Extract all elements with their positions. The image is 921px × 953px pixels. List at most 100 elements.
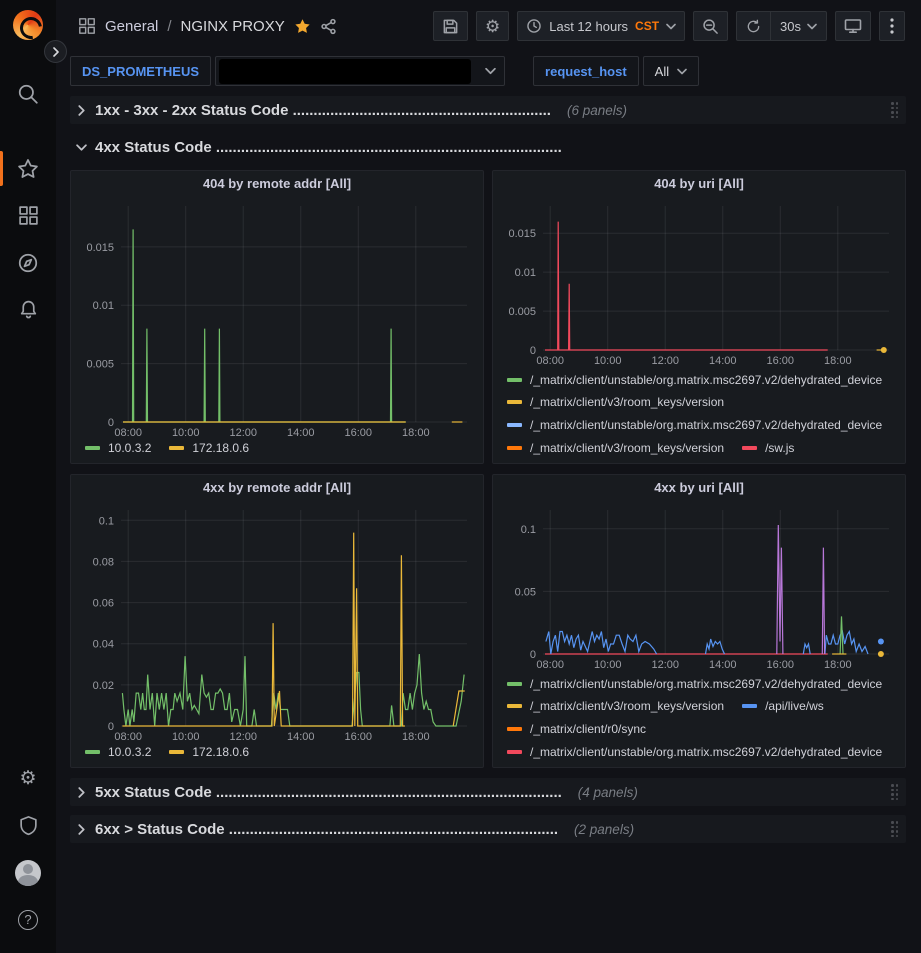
legend-item[interactable]: /_matrix/client/unstable/org.matrix.msc2… [507,418,882,433]
datasource-variable-dropdown[interactable] [215,56,505,86]
row-drag-handle[interactable] [891,784,898,800]
breadcrumb-folder[interactable]: General [105,18,158,35]
sidebar-item-alerting[interactable] [0,286,56,333]
svg-text:0: 0 [108,417,114,429]
time-range-label: Last 12 hours [549,19,628,34]
legend-item[interactable]: /_matrix/client/unstable/org.matrix.msc2… [507,372,882,387]
chevron-down-icon [677,68,687,75]
legend-label: 172.18.0.6 [192,745,249,759]
star-icon [17,158,39,180]
legend-item[interactable]: 172.18.0.6 [169,744,249,759]
legend-label: /_matrix/client/unstable/org.matrix.msc2… [530,373,882,387]
dashboard-settings-button[interactable]: ⚙ [476,11,509,41]
sidebar-item-configuration[interactable]: ⚙ [0,755,56,802]
datasource-variable-label[interactable]: DS_PROMETHEUS [70,56,211,86]
legend-label: 10.0.3.2 [108,441,151,455]
legend-item[interactable]: /_matrix/client/v3/room_keys/version [507,440,724,455]
svg-text:0.06: 0.06 [93,598,114,610]
svg-text:0.01: 0.01 [93,300,114,312]
sidebar-item-starred[interactable] [0,145,56,192]
legend-label: /_matrix/client/unstable/org.matrix.msc2… [530,677,882,691]
svg-text:12:00: 12:00 [651,659,679,671]
sidebar-menu [0,70,56,333]
svg-text:10:00: 10:00 [594,355,622,367]
row-1xx-3xx-2xx[interactable]: 1xx - 3xx - 2xx Status Code ............… [70,96,906,124]
svg-text:10:00: 10:00 [172,427,200,439]
svg-text:12:00: 12:00 [651,355,679,367]
refresh-interval-dropdown[interactable]: 30s [770,12,826,40]
svg-text:0.02: 0.02 [93,680,114,692]
grafana-app: ⚙ ? General / NGINX PROXY [0,0,921,953]
time-series-chart[interactable]: 08:0010:0012:0014:0016:0018:0000.0050.01… [79,198,475,440]
row-drag-handle[interactable] [891,821,898,837]
dashboards-grid-icon [18,205,39,226]
legend-label: /_matrix/client/r0/sync [530,722,646,736]
panel-404-by-remote-addr: 404 by remote addr [All] 08:0010:0012:00… [70,170,484,464]
row-title: 5xx Status Code ........................… [95,784,562,801]
row-6xx[interactable]: 6xx > Status Code ......................… [70,815,906,843]
time-series-chart[interactable]: 08:0010:0012:0014:0016:0018:0000.050.1 [501,502,897,672]
svg-text:18:00: 18:00 [824,355,852,367]
svg-text:16:00: 16:00 [767,659,795,671]
legend-item[interactable]: /_matrix/client/r0/sync [507,722,646,737]
refresh-button[interactable] [737,12,770,40]
grafana-logo[interactable] [13,10,43,40]
share-icon[interactable] [320,18,337,35]
legend-item[interactable]: /sw.js [742,440,794,455]
more-options-button[interactable] [879,11,905,41]
time-series-chart[interactable]: 08:0010:0012:0014:0016:0018:0000.0050.01… [501,198,897,368]
legend-item[interactable]: 172.18.0.6 [169,440,249,455]
sidebar-item-dashboards[interactable] [0,192,56,239]
sidebar-expand-button[interactable] [44,40,67,63]
chevron-right-icon [51,47,61,57]
panel-title[interactable]: 404 by remote addr [All] [79,176,475,198]
request-host-variable-dropdown[interactable]: All [643,56,699,86]
row-drag-handle[interactable] [891,102,898,118]
time-series-chart[interactable]: 08:0010:0012:0014:0016:0018:0000.020.040… [79,502,475,744]
breadcrumb: General / NGINX PROXY [78,17,337,35]
gear-icon: ⚙ [485,18,500,35]
legend-item[interactable]: /_matrix/client/unstable/org.matrix.msc2… [507,744,882,759]
svg-text:16:00: 16:00 [345,427,373,439]
row-4xx[interactable]: 4xx Status Code ........................… [70,133,906,161]
time-range-picker[interactable]: Last 12 hours CST [517,11,685,41]
sidebar-item-help[interactable]: ? [0,896,56,943]
legend-item[interactable]: 10.0.3.2 [85,744,151,759]
legend-swatch [507,704,522,708]
legend-item[interactable]: 10.0.3.2 [85,440,151,455]
panel-title[interactable]: 404 by uri [All] [501,176,897,198]
panel-title[interactable]: 4xx by uri [All] [501,480,897,502]
svg-text:0: 0 [108,721,114,733]
legend-item[interactable]: /api/live/ws [742,699,824,714]
legend-swatch [507,378,522,382]
legend-item[interactable]: /_matrix/client/v3/room_keys/version [507,699,724,714]
legend-label: /api/live/ws [765,699,824,713]
cycle-view-mode-button[interactable] [835,11,871,41]
row-panel-count: (4 panels) [578,785,638,800]
clock-icon [526,18,542,34]
panel-title[interactable]: 4xx by remote addr [All] [79,480,475,502]
svg-text:0.08: 0.08 [93,556,114,568]
chart-legend: 10.0.3.2 172.18.0.6 [79,744,475,764]
chevron-right-icon [76,787,87,798]
legend-item[interactable]: /_matrix/client/unstable/org.matrix.msc2… [507,676,882,691]
panel-grid: 404 by remote addr [All] 08:0010:0012:00… [70,170,906,768]
dashboard-title[interactable]: NGINX PROXY [181,18,285,35]
legend-swatch [507,682,522,686]
favorite-star-icon[interactable] [294,18,311,35]
request-host-variable-label[interactable]: request_host [533,56,639,86]
dashboard-content: 1xx - 3xx - 2xx Status Code ............… [56,90,921,953]
sidebar-item-search[interactable] [0,70,56,117]
svg-text:18:00: 18:00 [402,731,430,743]
chart-legend: 10.0.3.2 172.18.0.6 [79,440,475,460]
sidebar-item-server-admin[interactable] [0,802,56,849]
svg-text:0.05: 0.05 [515,586,536,598]
sidebar-item-explore[interactable] [0,239,56,286]
row-5xx[interactable]: 5xx Status Code ........................… [70,778,906,806]
sidebar-item-profile[interactable] [0,849,56,896]
zoom-out-button[interactable] [693,11,728,41]
save-dashboard-button[interactable] [433,11,468,41]
refresh-interval-label: 30s [780,19,801,34]
timezone-label: CST [635,19,659,33]
legend-item[interactable]: /_matrix/client/v3/room_keys/version [507,395,724,410]
